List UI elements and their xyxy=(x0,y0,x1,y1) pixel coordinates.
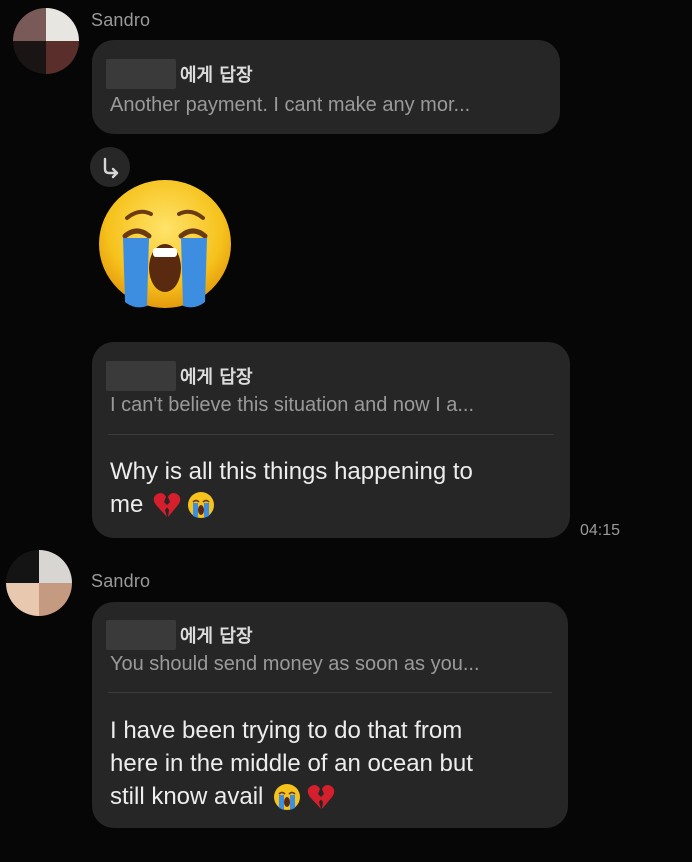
message-line: Why is all this things happening to xyxy=(110,458,473,485)
reply-to-label: 에게 답장 xyxy=(180,65,253,86)
sender-name: Sandro xyxy=(91,571,151,591)
reply-to-label: 에게 답장 xyxy=(180,367,253,388)
message-line: here in the middle of an ocean but xyxy=(110,750,473,777)
quoted-message: You should send money as soon as you... xyxy=(110,653,480,675)
reply-bubble[interactable]: 에게 답장 Another payment. I cant make any m… xyxy=(92,40,560,134)
quoted-message: I can't believe this situation and now I… xyxy=(110,394,475,416)
sender-name: Sandro xyxy=(91,10,151,30)
crying-face-emoji xyxy=(273,783,301,811)
quote-divider xyxy=(108,692,552,693)
quoted-message: Another payment. I cant make any mor... xyxy=(110,94,471,116)
avatar[interactable] xyxy=(13,8,79,74)
blurred-username xyxy=(106,620,176,650)
quote-divider xyxy=(108,434,554,435)
message-text: I have been trying to do that from here … xyxy=(110,714,562,813)
message-bubble[interactable]: 에게 답장 I can't believe this situation and… xyxy=(92,342,570,538)
blurred-username xyxy=(106,361,176,391)
message-bubble[interactable]: 에게 답장 You should send money as soon as y… xyxy=(92,602,568,828)
timestamp: 04:15 xyxy=(580,522,621,539)
message-line: still know avail xyxy=(110,783,264,810)
crying-face-emoji xyxy=(187,491,215,519)
blurred-username xyxy=(106,59,176,89)
crying-face-emoji xyxy=(97,178,233,310)
broken-heart-emoji xyxy=(153,492,181,518)
avatar[interactable] xyxy=(6,550,72,616)
message-line: I have been trying to do that from xyxy=(110,717,463,744)
broken-heart-emoji xyxy=(307,784,335,810)
reply-to-label: 에게 답장 xyxy=(180,626,253,647)
message-text: Why is all this things happening to me xyxy=(110,455,562,521)
message-line: me xyxy=(110,491,144,518)
